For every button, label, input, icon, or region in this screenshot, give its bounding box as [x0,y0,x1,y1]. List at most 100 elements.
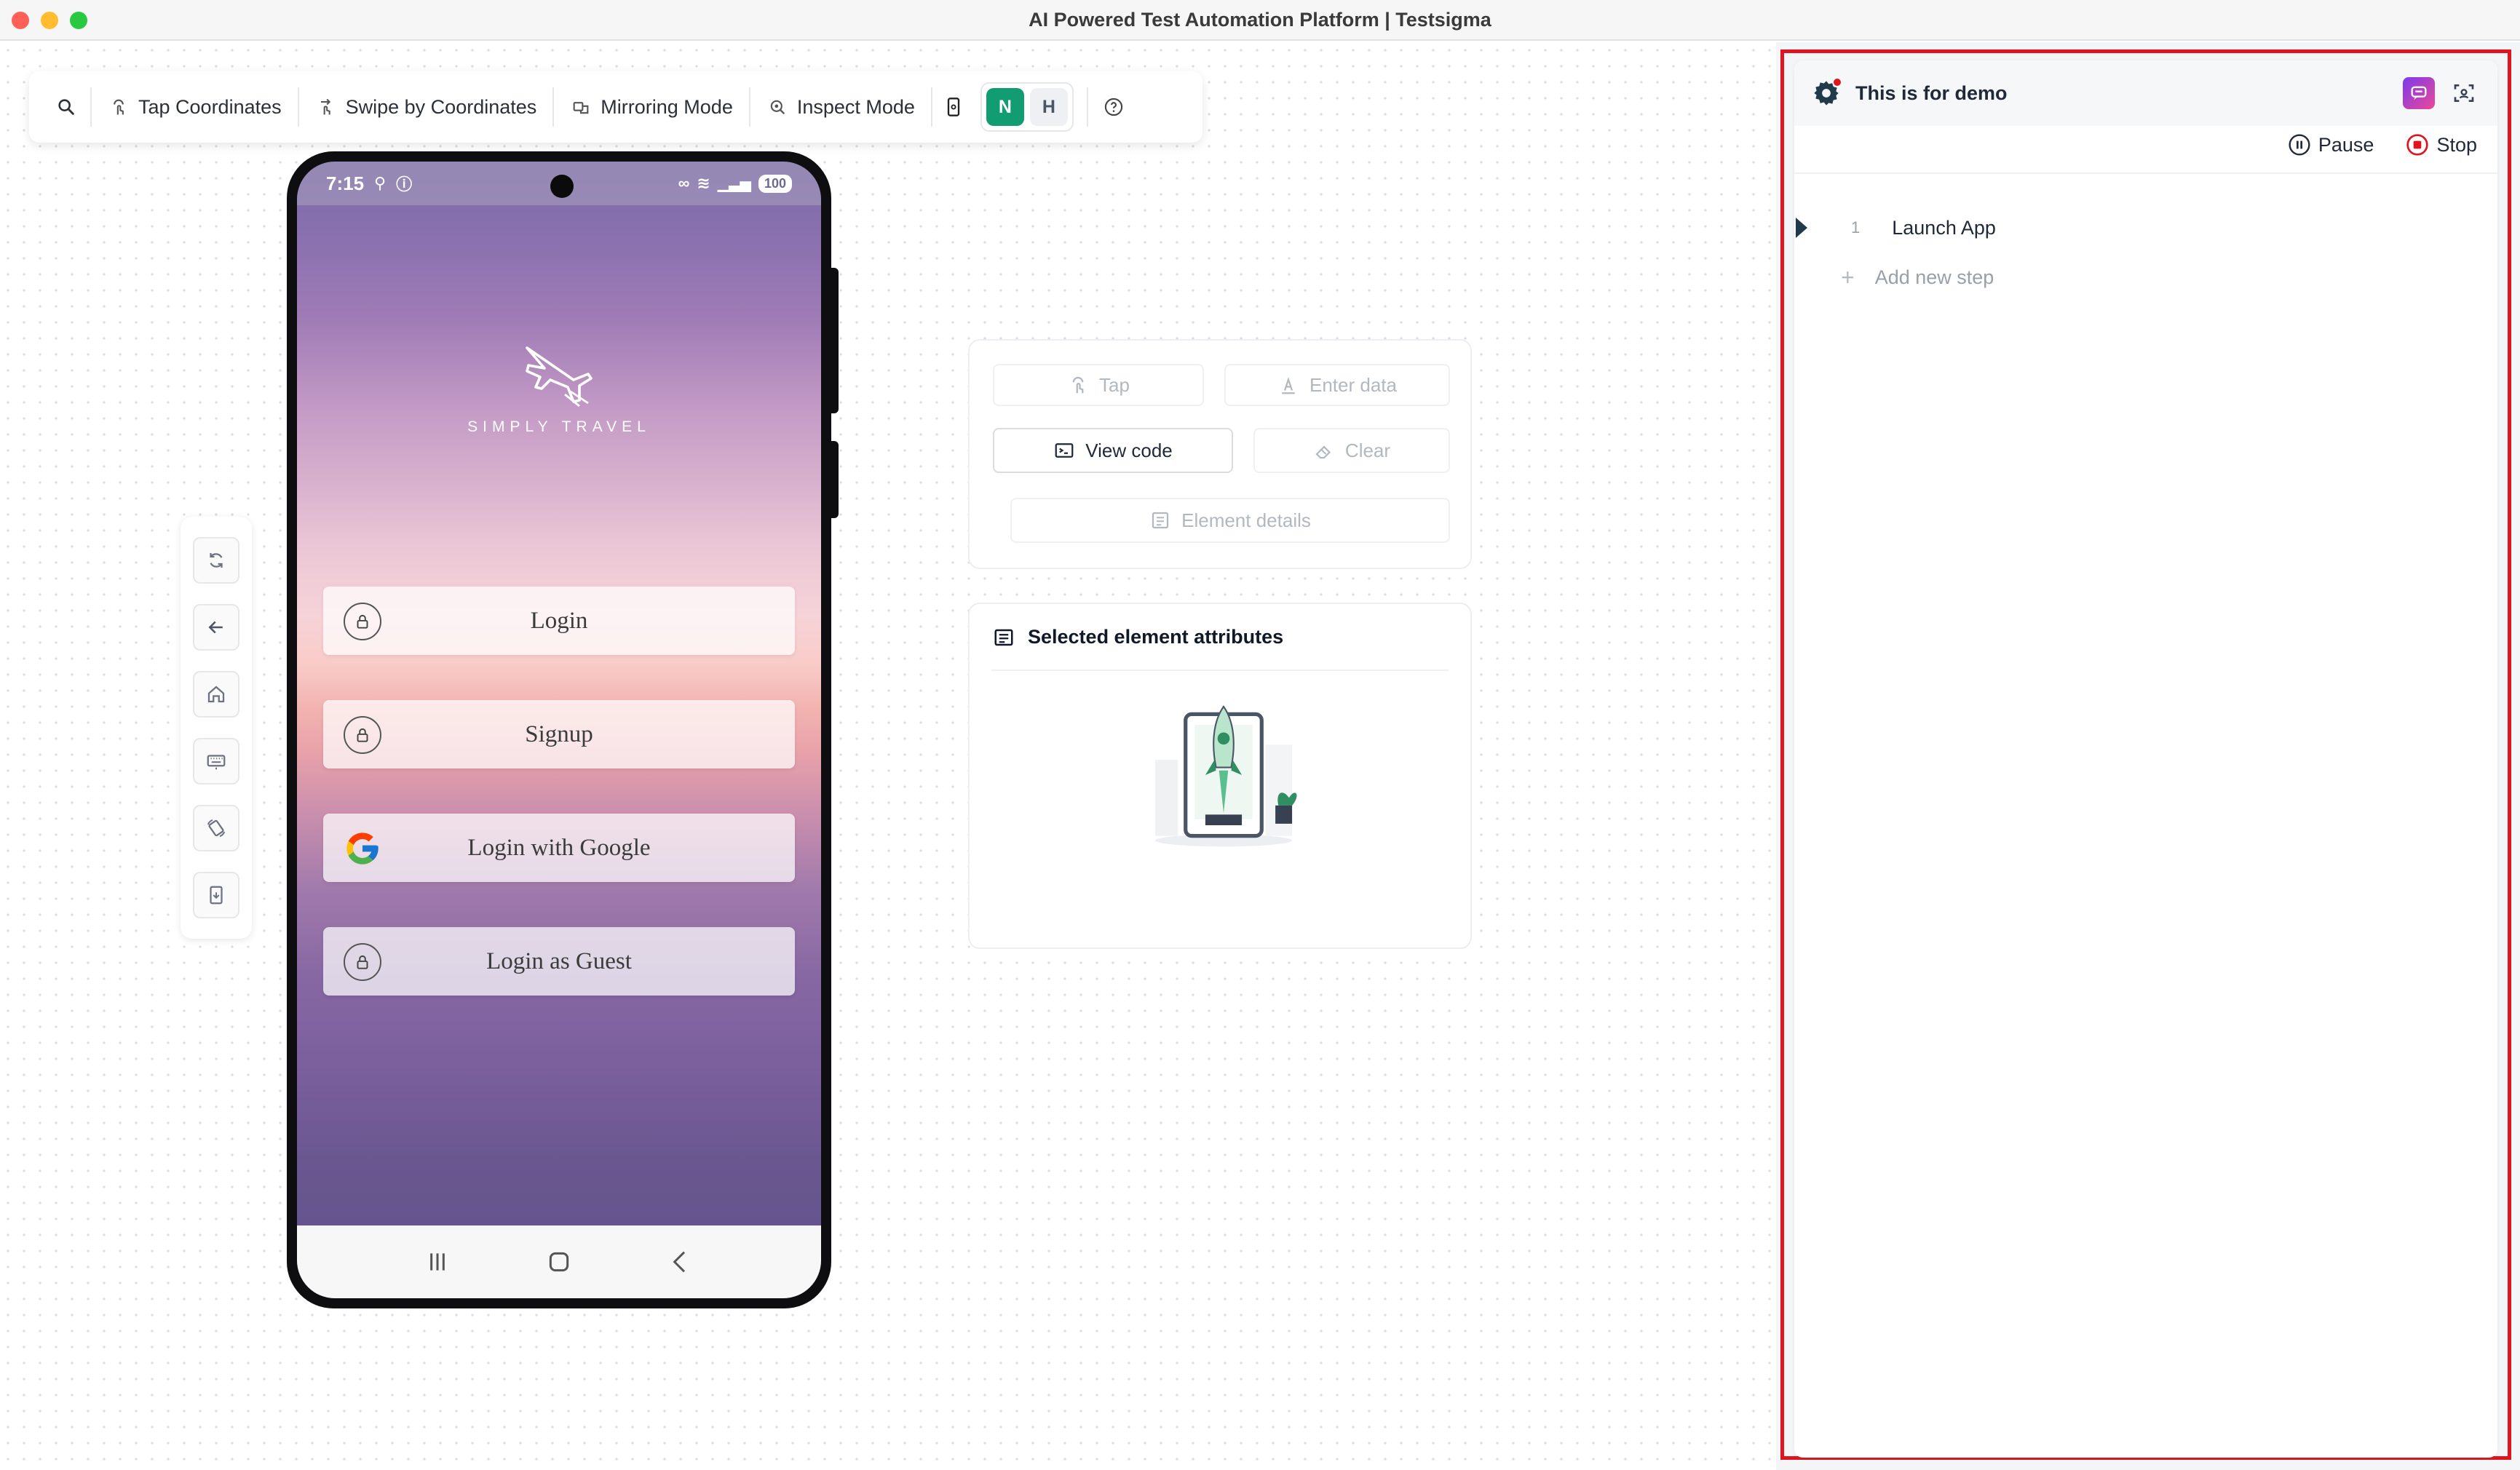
swipe-by-coordinates-button[interactable]: Swipe by Coordinates [299,85,553,129]
enter-data-action-button[interactable]: Enter data [1224,364,1450,406]
home-nav-icon[interactable] [544,1247,574,1276]
tap-coordinates-button[interactable]: Tap Coordinates [92,85,298,129]
settings-gear-icon[interactable] [1812,77,1842,108]
tap-coordinates-label: Tap Coordinates [138,95,282,118]
wifi-icon: ≋ [697,174,710,192]
tap-action-button[interactable]: Tap [993,364,1204,406]
mirroring-mode-label: Mirroring Mode [601,95,733,118]
recording-controls: Pause Stop [2288,133,2477,156]
back-button[interactable] [193,604,239,651]
signup-button[interactable]: Signup [323,700,795,768]
element-details-action-button[interactable]: Element details [1010,498,1450,543]
inspect-mode-button[interactable]: Inspect Mode [750,85,931,129]
attributes-header: Selected element attributes [993,626,1283,648]
rotate-icon [207,819,226,838]
stop-button[interactable]: Stop [2406,133,2477,156]
recorder-divider [1794,172,2497,174]
recorder-header: This is for demo [1794,60,2497,126]
stop-label: Stop [2436,133,2477,156]
keyboard-button[interactable] [193,738,239,784]
window-titlebar: AI Powered Test Automation Platform | Te… [0,0,2520,41]
login-as-guest-label: Login as Guest [486,947,632,974]
phone-power-key [830,441,839,518]
mirror-toolbar: Tap Coordinates Swipe by Coordinates Mir… [29,71,1202,143]
add-new-step-label: Add new step [1874,266,1994,288]
screenshot-capture-icon[interactable] [2448,77,2480,109]
step-label: Launch App [1892,216,1996,239]
refresh-button[interactable] [193,537,239,584]
pause-label: Pause [2318,133,2374,156]
status-time: 7:15 [326,172,365,194]
link-icon: ∞ [678,174,690,192]
element-actions-panel: Tap Enter data View code Clear Element d… [968,339,1472,569]
attributes-divider [991,670,1449,671]
device-info-button[interactable] [932,85,975,129]
signal-icon: ▁▃▅ [717,175,751,192]
test-step-row[interactable]: 1 Launch App [1794,206,2497,250]
details-list-icon [1152,512,1169,529]
android-nav-bar [297,1225,821,1298]
device-info-icon [943,96,964,118]
recents-icon[interactable] [423,1247,452,1276]
stop-icon [2406,134,2429,156]
plus-icon: + [1841,264,1855,290]
enter-data-icon [1282,376,1295,394]
login-label: Login [530,607,588,634]
device-screen[interactable]: 7:15 ⚲ ⓘ ∞ ≋ ▁▃▅ 100 SIMPLY TRAVEL Login… [297,162,821,1298]
login-button[interactable]: Login [323,587,795,655]
step-number: 1 [1851,218,1861,237]
phone-volume-key [830,268,839,413]
view-code-action-button[interactable]: View code [993,428,1233,473]
lock-icon [344,603,381,640]
login-with-google-button[interactable]: Login with Google [323,814,795,882]
notification-dot [1832,77,1842,87]
enter-data-label: Enter data [1309,373,1397,396]
expand-step-caret-icon[interactable] [1796,218,1807,238]
device-canvas: Tap Coordinates Swipe by Coordinates Mir… [0,42,1776,1470]
google-icon [344,830,381,867]
login-as-guest-button[interactable]: Login as Guest [323,927,795,996]
battery-indicator: 100 [758,174,792,193]
refresh-icon [210,553,223,568]
view-code-label: View code [1085,439,1173,461]
lock-icon [344,943,381,981]
clear-label: Clear [1344,439,1391,461]
rotate-button[interactable] [193,805,239,851]
keyboard-icon [207,755,226,770]
inspect-icon [766,96,788,118]
native-mode-toggle[interactable]: N [986,88,1024,126]
pause-icon [2289,134,2310,156]
clear-action-button[interactable]: Clear [1253,428,1450,473]
search-button[interactable] [42,85,90,129]
help-button[interactable] [1088,85,1139,129]
inspect-mode-label: Inspect Mode [796,95,915,118]
home-button[interactable] [193,671,239,718]
install-app-button[interactable] [193,872,239,918]
tap-gesture-icon [108,96,130,118]
swipe-gesture-icon [315,96,337,118]
mirroring-mode-button[interactable]: Mirroring Mode [554,85,749,129]
signup-label: Signup [525,720,593,747]
tap-action-label: Tap [1099,373,1130,396]
element-details-label: Element details [1181,509,1311,531]
back-nav-icon[interactable] [666,1247,695,1276]
airplane-logo-icon [526,346,593,408]
usb-icon: ⚲ [374,174,387,192]
window-title: AI Powered Test Automation Platform | Te… [1029,9,1491,31]
app-logo: SIMPLY TRAVEL [297,336,821,436]
eraser-icon [1315,445,1331,459]
hybrid-mode-toggle[interactable]: H [1029,88,1068,126]
add-new-step-button[interactable]: + Add new step [1841,264,1994,291]
info-icon: ⓘ [396,175,413,194]
code-terminal-icon [1055,443,1074,458]
install-app-icon [210,886,223,905]
recorder-title: This is for demo [1855,82,2008,104]
recorder-highlight-frame: This is for demo Pause Stop 1 Launch App… [1780,49,2511,1460]
front-camera [550,175,574,198]
search-icon [55,96,77,118]
device-frame: 7:15 ⚲ ⓘ ∞ ≋ ▁▃▅ 100 SIMPLY TRAVEL Login… [287,151,831,1308]
home-icon [207,686,225,703]
device-controls-column [181,517,252,939]
pause-button[interactable]: Pause [2288,133,2374,156]
ai-chat-icon[interactable] [2403,77,2435,109]
